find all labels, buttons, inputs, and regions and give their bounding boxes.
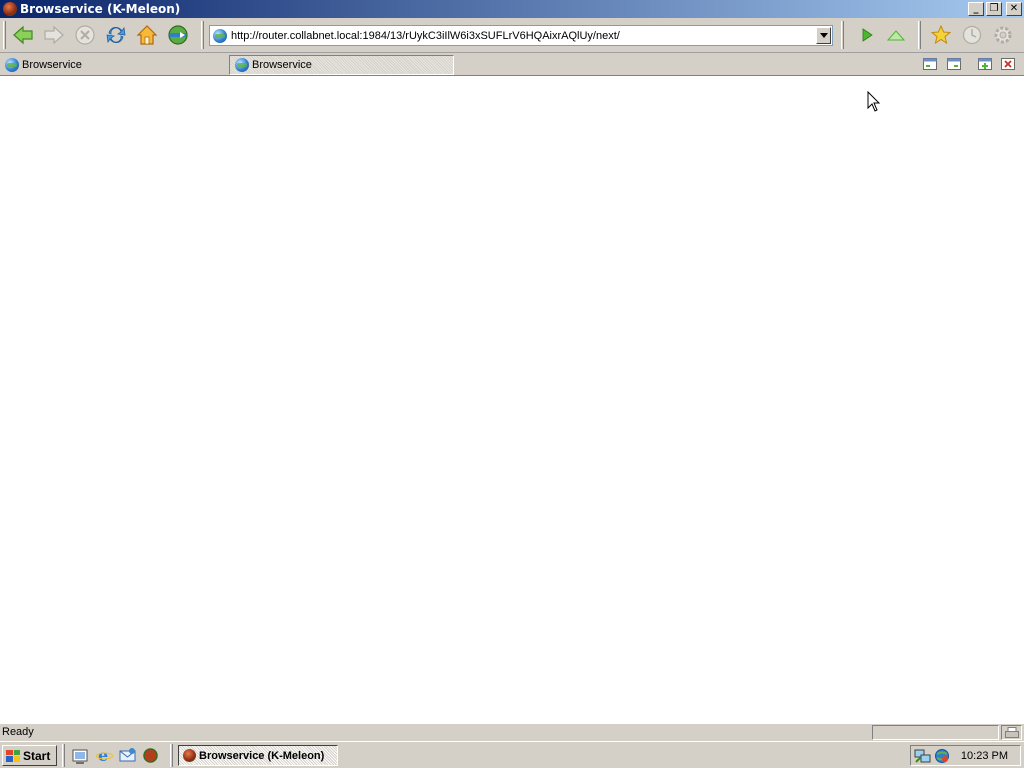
system-tray: 10:23 PM xyxy=(910,745,1021,766)
forward-arrow-icon xyxy=(44,25,64,45)
close-tab-icon xyxy=(1001,58,1015,70)
progress-pane xyxy=(872,725,999,740)
taskbar: Start e Browservice (K-Meleon) 10:23 PM xyxy=(0,741,1024,768)
status-bar: Ready xyxy=(0,723,1024,741)
mouse-cursor-icon xyxy=(867,91,881,112)
k-meleon-app-icon[interactable] xyxy=(3,2,17,16)
toolbar-grip[interactable] xyxy=(841,21,844,49)
close-button[interactable]: ✕ xyxy=(1006,2,1022,16)
url-input[interactable] xyxy=(231,27,816,44)
home-button[interactable] xyxy=(134,22,160,48)
stop-button[interactable] xyxy=(72,22,98,48)
status-text: Ready xyxy=(2,726,34,738)
tab-bar: Browservice Browservice xyxy=(0,53,1024,76)
play-icon xyxy=(862,28,873,42)
address-bar[interactable] xyxy=(209,25,833,46)
reload-icon xyxy=(106,26,126,44)
restore-button[interactable]: ❐ xyxy=(986,2,1002,16)
window-left-icon xyxy=(923,58,937,70)
window-right-icon xyxy=(947,58,961,70)
close-tab-button[interactable] xyxy=(1000,56,1016,72)
search-globe-button[interactable] xyxy=(165,22,191,48)
stop-icon xyxy=(75,25,95,45)
bookmarks-button[interactable] xyxy=(928,22,954,48)
security-pane[interactable] xyxy=(1001,725,1022,740)
task-label: Browservice (K-Meleon) xyxy=(199,749,325,762)
go-button[interactable] xyxy=(854,22,880,48)
network-icon[interactable] xyxy=(914,748,932,764)
up-triangle-icon xyxy=(887,30,905,41)
tab-label: Browservice xyxy=(22,59,82,71)
show-desktop-icon xyxy=(72,749,88,764)
toolbar-grip[interactable] xyxy=(201,21,204,49)
tab-previous-button[interactable] xyxy=(922,56,938,72)
forward-button[interactable] xyxy=(41,22,67,48)
navigation-toolbar xyxy=(0,18,1024,53)
outlook-express-button[interactable] xyxy=(119,747,136,764)
taskbar-grip[interactable] xyxy=(62,744,65,767)
page-content[interactable] xyxy=(0,76,1024,723)
chevron-down-icon xyxy=(819,33,828,38)
clock[interactable]: 10:23 PM xyxy=(961,750,1008,762)
title-bar[interactable]: Browservice (K-Meleon) _ ❐ ✕ xyxy=(0,0,1024,18)
globe-tray-icon[interactable] xyxy=(934,748,950,764)
window-title: Browservice (K-Meleon) xyxy=(20,2,181,16)
printer-icon xyxy=(1004,727,1019,738)
minimize-button[interactable]: _ xyxy=(968,2,984,16)
up-button[interactable] xyxy=(883,22,909,48)
gear-icon xyxy=(994,26,1012,44)
tab-favicon-icon xyxy=(235,58,249,72)
internet-explorer-button[interactable]: e xyxy=(96,747,113,764)
home-icon xyxy=(136,25,158,45)
reload-button[interactable] xyxy=(103,22,129,48)
back-button[interactable] xyxy=(10,22,36,48)
svg-text:e: e xyxy=(98,747,108,764)
k-meleon-task-icon xyxy=(183,749,196,762)
tab-next-button[interactable] xyxy=(946,56,962,72)
start-label: Start xyxy=(23,748,51,763)
star-icon xyxy=(930,24,952,45)
globe-search-icon xyxy=(168,25,188,45)
show-desktop-button[interactable] xyxy=(72,747,89,764)
k-meleon-icon xyxy=(143,748,158,763)
internet-explorer-icon: e xyxy=(96,747,113,764)
k-meleon-quicklaunch-button[interactable] xyxy=(142,747,159,764)
clock-icon xyxy=(962,25,982,45)
url-dropdown-button[interactable] xyxy=(816,27,831,44)
start-button[interactable]: Start xyxy=(2,745,57,766)
history-button[interactable] xyxy=(959,22,985,48)
taskbar-grip[interactable] xyxy=(170,744,173,767)
outlook-express-icon xyxy=(119,748,136,762)
tab-browservice-2[interactable]: Browservice xyxy=(229,55,454,75)
page-favicon-icon xyxy=(213,28,227,43)
task-button-browservice[interactable]: Browservice (K-Meleon) xyxy=(178,745,338,766)
toolbar-grip[interactable] xyxy=(918,21,921,49)
tab-browservice-1[interactable]: Browservice xyxy=(0,55,225,75)
windows-logo-icon xyxy=(6,749,20,762)
preferences-button[interactable] xyxy=(990,22,1016,48)
tab-label: Browservice xyxy=(252,59,312,71)
back-arrow-icon xyxy=(13,25,33,45)
new-tab-button[interactable] xyxy=(977,56,993,72)
new-tab-icon xyxy=(978,58,992,70)
tab-favicon-icon xyxy=(5,58,19,72)
toolbar-grip[interactable] xyxy=(3,21,6,49)
